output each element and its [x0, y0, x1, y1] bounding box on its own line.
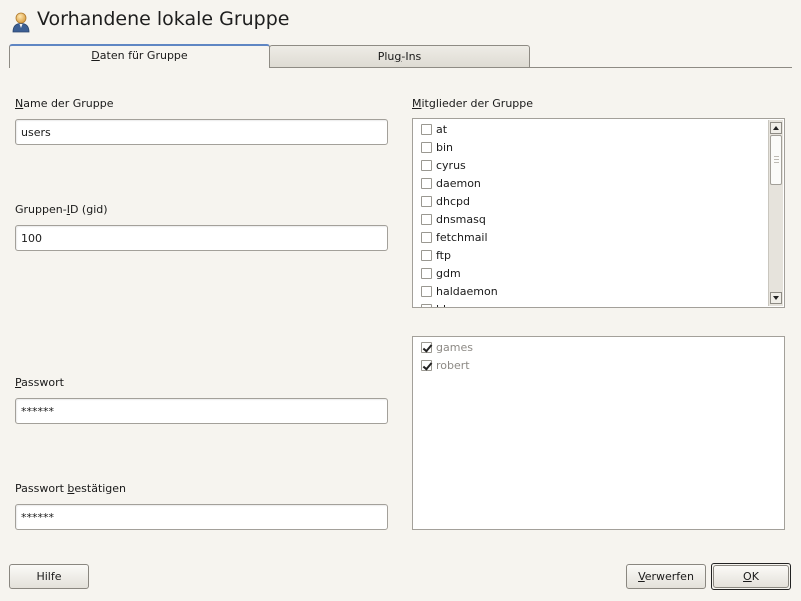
list-item[interactable]: fetchmail [421, 228, 488, 246]
member-checkbox[interactable] [421, 267, 432, 279]
list-item[interactable]: haldaemon [421, 282, 498, 300]
member-list[interactable]: at bin cyrus daemon dhcpd dnsmasq fetchmail ftp… [412, 118, 785, 308]
active-tab-gap [10, 66, 269, 69]
member-list-scrollbar[interactable] [768, 120, 783, 306]
tab-plugins[interactable]: Plug-Ins [269, 45, 530, 67]
group-id-label: Gruppen-ID (gid) [15, 203, 108, 216]
member-name: haldaemon [436, 284, 498, 298]
list-item[interactable]: cyrus [421, 156, 466, 174]
list-item[interactable]: bin [421, 138, 453, 156]
member-name: dnsmasq [436, 212, 486, 226]
selected-members-list[interactable]: games robert [412, 336, 785, 530]
member-checkbox[interactable] [421, 341, 432, 353]
confirm-password-label: Passwort bestätigen [15, 482, 127, 495]
member-checkbox[interactable] [421, 285, 432, 297]
member-name: dhcpd [436, 194, 470, 208]
list-item[interactable]: games [421, 338, 473, 356]
group-user-icon [11, 11, 31, 33]
member-name: gdm [436, 266, 461, 280]
group-id-input[interactable] [15, 225, 388, 251]
member-checkbox[interactable] [421, 195, 432, 207]
member-name: fetchmail [436, 230, 488, 244]
discard-button[interactable]: Verwerfen [626, 564, 706, 589]
member-name: cyrus [436, 158, 466, 172]
member-checkbox[interactable] [421, 123, 432, 135]
list-item[interactable]: ldap [421, 300, 460, 308]
member-name: robert [436, 358, 470, 372]
scrollbar-thumb[interactable] [770, 135, 782, 185]
member-checkbox[interactable] [421, 177, 432, 189]
member-checkbox[interactable] [421, 231, 432, 243]
tab-group-data[interactable]: Daten für Gruppe [9, 44, 270, 67]
list-item[interactable]: dhcpd [421, 192, 470, 210]
member-name: bin [436, 140, 454, 154]
member-checkbox[interactable] [421, 213, 432, 225]
member-name: games [436, 340, 473, 354]
member-checkbox[interactable] [421, 141, 432, 153]
scroll-up-arrow-icon[interactable] [770, 122, 782, 134]
member-name: at [436, 122, 448, 136]
member-checkbox[interactable] [421, 159, 432, 171]
list-item[interactable]: at [421, 120, 447, 138]
list-item[interactable]: ftp [421, 246, 451, 264]
list-item[interactable]: gdm [421, 264, 461, 282]
scroll-down-arrow-icon[interactable] [770, 292, 782, 304]
member-checkbox[interactable] [421, 359, 432, 371]
member-name: ldap [436, 303, 460, 308]
help-button[interactable]: Hilfe [9, 564, 89, 589]
list-item[interactable]: robert [421, 356, 470, 374]
confirm-password-input[interactable] [15, 504, 388, 530]
member-name: ftp [436, 248, 451, 262]
member-checkbox[interactable] [421, 303, 432, 307]
member-name: daemon [436, 176, 481, 190]
group-name-label: Name der Gruppe [15, 97, 114, 110]
page-title: Vorhandene lokale Gruppe [37, 8, 290, 30]
group-name-input[interactable] [15, 119, 388, 145]
password-label: Passwort [15, 376, 64, 389]
list-item[interactable]: dnsmasq [421, 210, 486, 228]
ok-button[interactable]: OK [713, 565, 789, 588]
group-members-label: Mitglieder der Gruppe [412, 97, 534, 110]
member-checkbox[interactable] [421, 249, 432, 261]
password-input[interactable] [15, 398, 388, 424]
list-item[interactable]: daemon [421, 174, 481, 192]
